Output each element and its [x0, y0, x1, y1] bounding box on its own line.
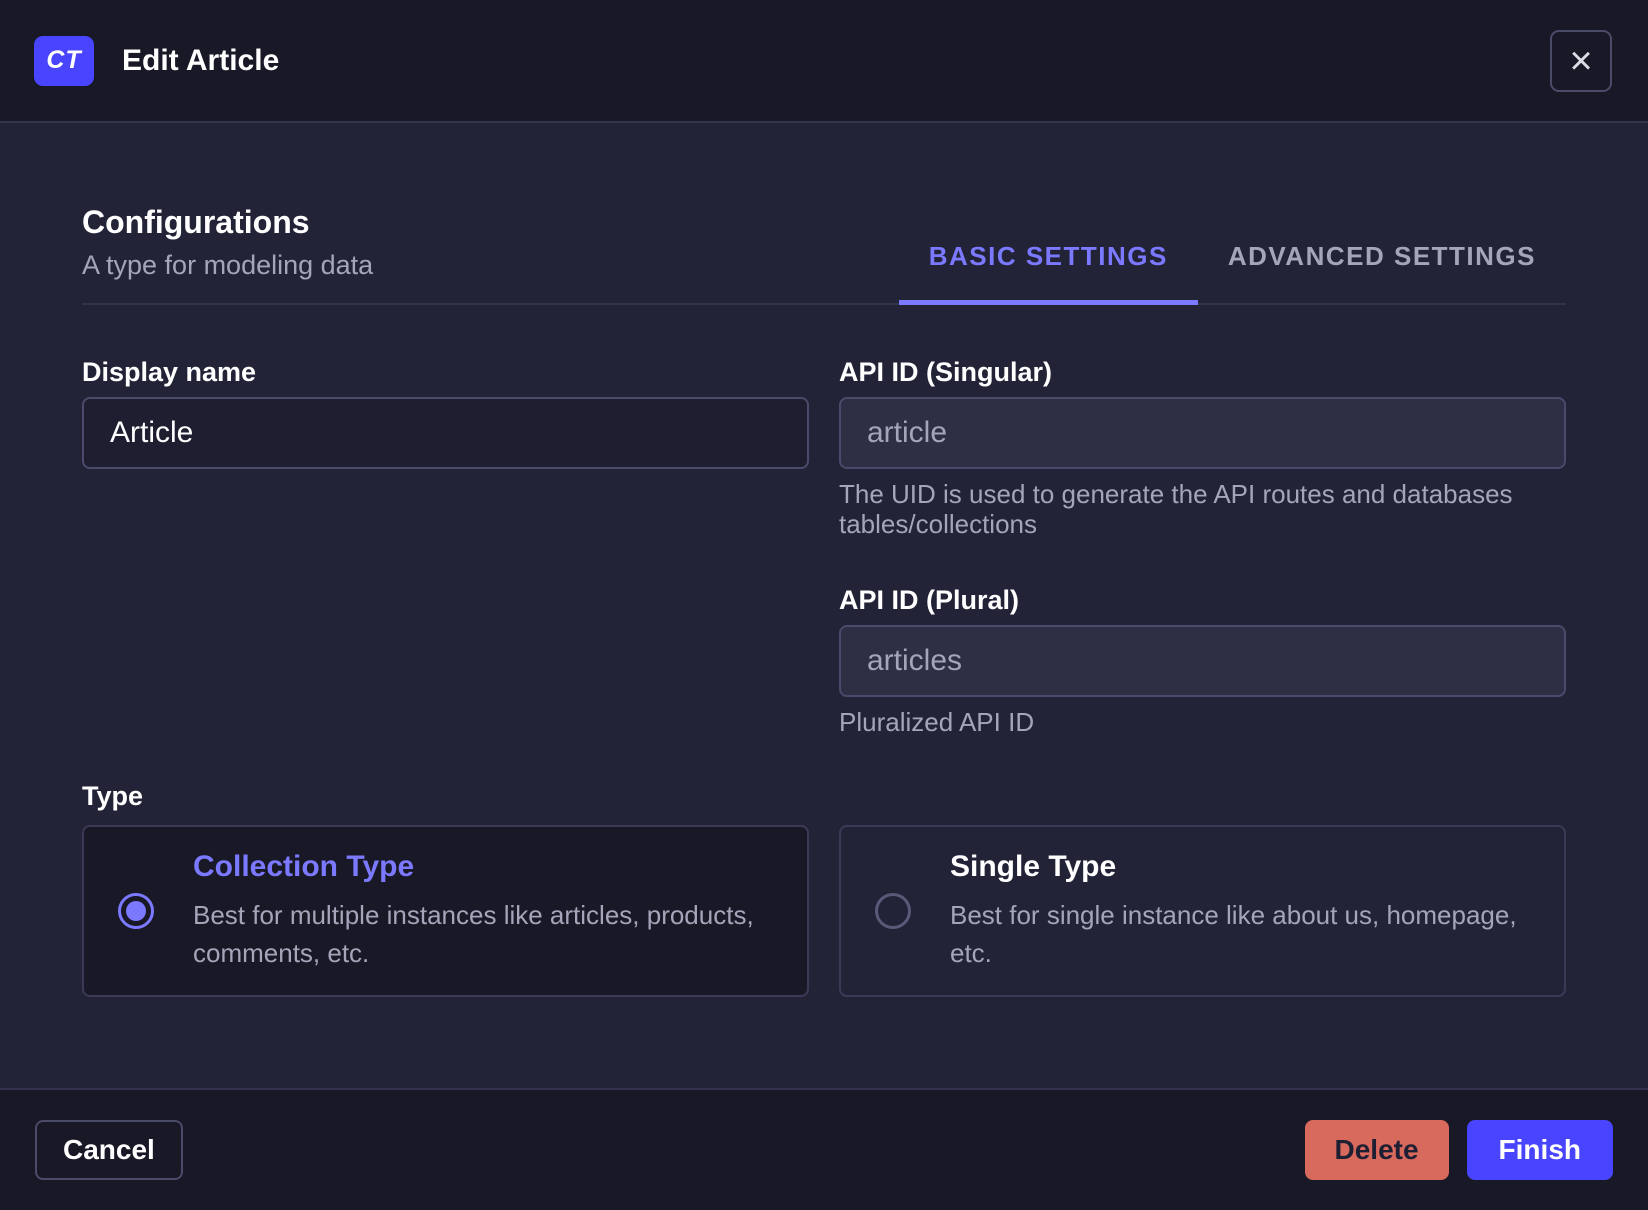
- modal-title: Edit Article: [122, 43, 280, 77]
- delete-button[interactable]: Delete: [1304, 1120, 1449, 1180]
- modal-footer: Cancel Delete Finish: [0, 1088, 1648, 1210]
- modal-body: Configurations A type for modeling data …: [0, 123, 1648, 1088]
- display-name-input[interactable]: [82, 397, 809, 469]
- single-type-description: Best for single instance like about us, …: [950, 900, 1517, 968]
- tab-basic-settings[interactable]: BASIC SETTINGS: [898, 241, 1198, 305]
- api-id-plural-field-block: API ID (Plural) Pluralized API ID: [839, 585, 1566, 737]
- type-section: Type Collection Type Best for multiple i…: [82, 781, 1566, 997]
- close-button[interactable]: ×: [1550, 29, 1612, 92]
- cancel-button[interactable]: Cancel: [35, 1120, 183, 1180]
- page-subtitle: A type for modeling data: [82, 250, 374, 280]
- tab-advanced-settings[interactable]: ADVANCED SETTINGS: [1198, 241, 1566, 305]
- api-id-singular-label: API ID (Singular): [839, 357, 1053, 387]
- close-icon: ×: [1569, 38, 1593, 83]
- collection-type-title: Collection Type: [193, 850, 415, 883]
- api-id-singular-input: [839, 397, 1566, 469]
- heading-block: Configurations A type for modeling data: [82, 199, 373, 303]
- display-name-label: Display name: [82, 357, 257, 387]
- single-type-radio[interactable]: [875, 893, 911, 929]
- page-title: Configurations: [82, 204, 310, 240]
- heading-row: Configurations A type for modeling data …: [82, 123, 1566, 305]
- content-type-badge: CT: [34, 35, 94, 86]
- api-id-plural-input: [839, 625, 1566, 697]
- single-type-text: Single Type Best for single instance lik…: [950, 850, 1517, 972]
- type-label: Type: [82, 781, 144, 811]
- api-id-plural-hint: Pluralized API ID: [839, 707, 1035, 737]
- display-name-field-block: Display name: [82, 357, 809, 469]
- single-type-card[interactable]: Single Type Best for single instance lik…: [839, 825, 1566, 997]
- left-column: Display name: [82, 357, 809, 737]
- settings-tabs: BASIC SETTINGS ADVANCED SETTINGS: [898, 241, 1566, 305]
- api-id-plural-label: API ID (Plural): [839, 585, 1020, 615]
- collection-type-description: Best for multiple instances like article…: [193, 900, 754, 968]
- collection-type-text: Collection Type Best for multiple instan…: [193, 850, 754, 972]
- edit-content-type-modal: CT Edit Article × Configurations A type …: [0, 0, 1648, 1210]
- collection-type-card[interactable]: Collection Type Best for multiple instan…: [82, 825, 809, 997]
- right-column: API ID (Singular) The UID is used to gen…: [839, 357, 1566, 737]
- collection-type-radio[interactable]: [118, 893, 154, 929]
- single-type-title: Single Type: [950, 850, 1117, 883]
- content-type-badge-label: CT: [46, 46, 82, 74]
- configuration-fields: Display name API ID (Singular) The UID i…: [82, 357, 1566, 737]
- finish-button[interactable]: Finish: [1466, 1120, 1613, 1180]
- type-cards: Collection Type Best for multiple instan…: [82, 825, 1566, 997]
- modal-header: CT Edit Article ×: [0, 0, 1648, 123]
- api-id-singular-field-block: API ID (Singular) The UID is used to gen…: [839, 357, 1566, 539]
- api-id-singular-hint: The UID is used to generate the API rout…: [839, 479, 1513, 539]
